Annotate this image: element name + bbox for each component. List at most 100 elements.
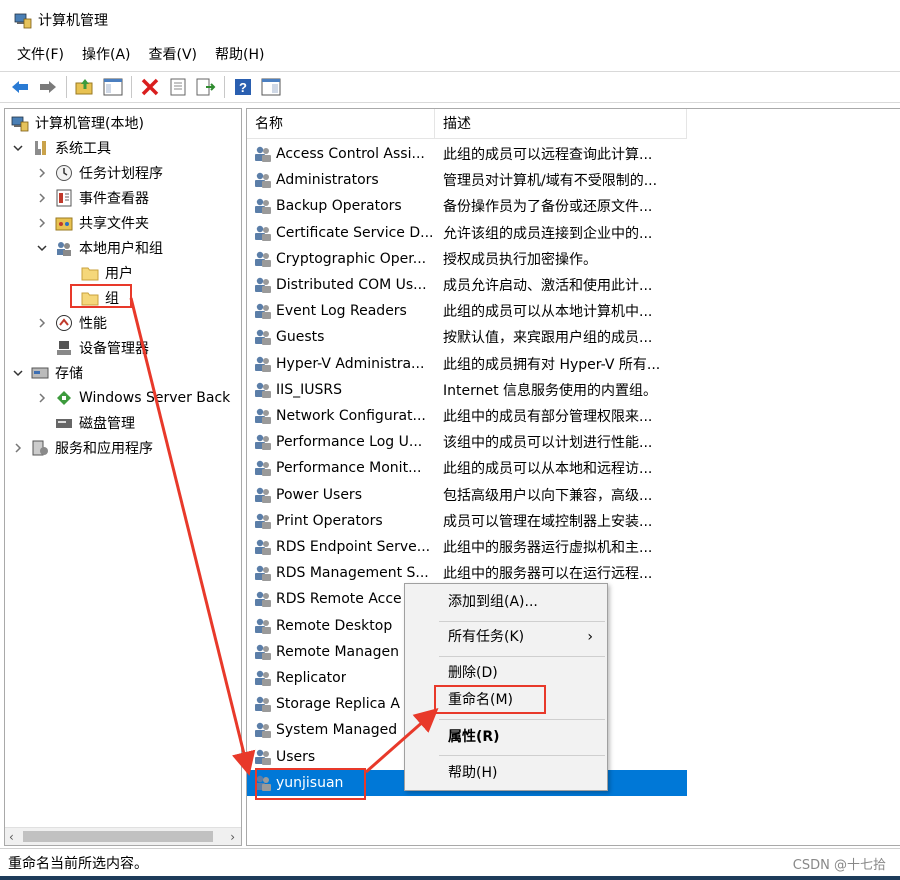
- list-item[interactable]: IIS_IUSRS Internet 信息服务使用的内置组。: [247, 377, 687, 403]
- menu-add-to-group[interactable]: 添加到组(A)...: [405, 587, 607, 617]
- group-name: Access Control Assi...: [276, 146, 425, 162]
- tree-item-label: 磁盘管理: [79, 416, 135, 432]
- menu-help[interactable]: 帮助(H): [405, 758, 607, 788]
- chevron-down-icon[interactable]: [35, 241, 49, 255]
- group-name: Print Operators: [276, 512, 383, 529]
- chevron-down-icon[interactable]: [11, 366, 25, 380]
- group-name: Distributed COM Us...: [276, 277, 427, 293]
- tree-item-event-viewer[interactable]: 事件查看器: [35, 186, 149, 210]
- column-header-description[interactable]: 描述: [435, 109, 687, 139]
- list-item[interactable]: Administrators 管理员对计算机/域有不受限制的...: [247, 167, 687, 193]
- watermark: CSDN @十七拾: [792, 858, 886, 873]
- group-icon: [255, 277, 271, 293]
- properties-icon[interactable]: [166, 75, 190, 99]
- list-item[interactable]: Network Configurat... 此组中的成员有部分管理权限来...: [247, 403, 687, 429]
- menu-separator: [439, 656, 605, 657]
- group-name-cell: Access Control Assi...: [247, 144, 435, 164]
- group-name-cell: Hyper-V Administra...: [247, 354, 435, 374]
- list-item[interactable]: Backup Operators 备份操作员为了备份或还原文件...: [247, 193, 687, 219]
- list-item[interactable]: Guests 按默认值，来宾跟用户组的成员...: [247, 324, 687, 350]
- annotation-box-rename: [434, 685, 546, 714]
- scroll-right-icon[interactable]: ›: [230, 830, 235, 844]
- list-item[interactable]: Performance Log U... 该组中的成员可以计划进行性能...: [247, 429, 687, 455]
- tree-item-performance[interactable]: 性能: [35, 311, 107, 335]
- menu-properties[interactable]: 属性(R): [405, 722, 607, 752]
- tree-item-storage[interactable]: 存储: [11, 361, 83, 385]
- group-icon: [255, 225, 271, 241]
- menu-delete[interactable]: 删除(D): [405, 658, 607, 688]
- computer-management-icon: [11, 116, 29, 132]
- tree-item-shared-folders[interactable]: 共享文件夹: [35, 211, 149, 235]
- group-icon: [255, 644, 271, 660]
- chevron-down-icon[interactable]: [11, 141, 25, 155]
- group-icon: [255, 539, 271, 555]
- group-name: Performance Monit...: [276, 460, 422, 477]
- view-icon[interactable]: [259, 75, 283, 99]
- group-name-cell: Print Operators: [247, 511, 435, 531]
- group-name: Power Users: [276, 486, 362, 503]
- tree-item-services-applications[interactable]: 服务和应用程序: [11, 436, 153, 460]
- tree-item-disk-management[interactable]: 磁盘管理: [55, 411, 135, 435]
- group-name: Replicator: [276, 670, 347, 686]
- chevron-right-icon: ›: [587, 629, 593, 645]
- group-name: RDS Remote Acce: [276, 591, 402, 608]
- back-icon[interactable]: [8, 75, 32, 99]
- group-description: 此组的成员可以从本地计算机中...: [443, 304, 653, 321]
- tree-item-system-tools[interactable]: 系统工具: [11, 136, 111, 160]
- title-bar: 计算机管理: [0, 0, 900, 40]
- list-item[interactable]: Print Operators 成员可以管理在域控制器上安装...: [247, 508, 687, 534]
- toolbar-separator: [224, 76, 225, 98]
- list-item[interactable]: Event Log Readers 此组的成员可以从本地计算机中...: [247, 298, 687, 324]
- horizontal-scrollbar[interactable]: ‹ ›: [5, 827, 241, 845]
- delete-icon[interactable]: [138, 75, 162, 99]
- chevron-right-icon[interactable]: [35, 191, 49, 205]
- group-name-cell: Certificate Service D...: [247, 223, 435, 243]
- menu-action[interactable]: 操作(A): [73, 40, 140, 70]
- list-item[interactable]: Cryptographic Oper... 授权成员执行加密操作。: [247, 246, 687, 272]
- chevron-right-icon[interactable]: [35, 391, 49, 405]
- menu-view[interactable]: 查看(V): [140, 40, 207, 70]
- device-manager-icon: [57, 341, 71, 355]
- tree-item-label: 计算机管理(本地): [35, 116, 144, 132]
- group-name-cell: Cryptographic Oper...: [247, 249, 435, 269]
- tree-item-local-users-groups[interactable]: 本地用户和组: [35, 236, 163, 260]
- column-header-name[interactable]: 名称: [247, 109, 435, 139]
- up-folder-icon[interactable]: [73, 75, 97, 99]
- show-hide-tree-icon[interactable]: [101, 75, 125, 99]
- menu-file[interactable]: 文件(F): [8, 40, 73, 70]
- forward-icon[interactable]: [36, 75, 60, 99]
- group-description: Internet 信息服务使用的内置组。: [443, 382, 658, 399]
- list-item[interactable]: Access Control Assi... 此组的成员可以远程查询此计算...: [247, 141, 687, 167]
- tree-item-windows-server-backup[interactable]: Windows Server Back: [35, 386, 230, 410]
- group-icon: [255, 696, 271, 713]
- chevron-right-icon[interactable]: [35, 166, 49, 180]
- scrollbar-thumb[interactable]: [23, 831, 213, 842]
- annotation-box-groups: [70, 284, 132, 308]
- tree-item-task-scheduler[interactable]: 任务计划程序: [35, 161, 163, 185]
- scroll-left-icon[interactable]: ‹: [9, 830, 14, 844]
- list-item[interactable]: Hyper-V Administra... 此组的成员拥有对 Hyper-V 所有…: [247, 351, 687, 377]
- tree-item-users[interactable]: 用户: [81, 261, 133, 285]
- menu-help[interactable]: 帮助(H): [206, 40, 273, 70]
- group-description: 此组的成员拥有对 Hyper-V 所有...: [443, 356, 661, 373]
- list-item[interactable]: Distributed COM Us... 成员允许启动、激活和使用此计...: [247, 272, 687, 298]
- group-name-cell: Network Configurat...: [247, 406, 435, 426]
- chevron-right-icon[interactable]: [35, 316, 49, 330]
- menu-all-tasks-label: 所有任务(K): [448, 629, 525, 645]
- list-item[interactable]: Performance Monit... 此组的成员可以从本地和远程访...: [247, 455, 687, 481]
- group-name: Remote Desktop: [276, 617, 393, 634]
- list-item[interactable]: Certificate Service D... 允许该组的成员连接到企业中的..…: [247, 220, 687, 246]
- window-bottom-edge: [0, 876, 900, 880]
- tree-item-label: 服务和应用程序: [55, 441, 153, 457]
- help-icon[interactable]: ?: [231, 75, 255, 99]
- group-name: Network Configurat...: [276, 408, 426, 424]
- chevron-right-icon[interactable]: [11, 441, 25, 455]
- menu-all-tasks[interactable]: 所有任务(K) ›: [405, 622, 607, 652]
- list-item[interactable]: Power Users 包括高级用户以向下兼容，高级...: [247, 482, 687, 508]
- group-name: Remote Managen: [276, 643, 399, 660]
- chevron-right-icon[interactable]: [35, 216, 49, 230]
- export-list-icon[interactable]: [194, 75, 218, 99]
- tree-item-device-manager[interactable]: 设备管理器: [55, 336, 149, 360]
- list-item[interactable]: RDS Endpoint Serve... 此组中的服务器运行虚拟机和主...: [247, 534, 687, 560]
- tree-item-computer-management[interactable]: 计算机管理(本地): [11, 111, 144, 135]
